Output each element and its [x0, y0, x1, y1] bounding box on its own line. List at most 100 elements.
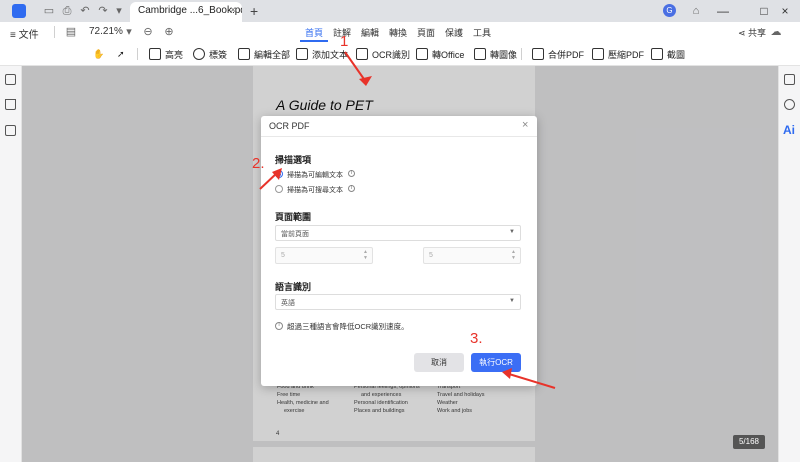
compress-icon [592, 48, 604, 60]
language-note: 超過三種語言會降低OCR識別速度。 [287, 321, 409, 332]
scan-options-label: 掃描選項 [275, 153, 311, 166]
tab-convert[interactable]: 轉換 [384, 26, 412, 42]
dialog-header: OCR PDF × [261, 116, 537, 137]
radio-searchable-text[interactable] [275, 185, 283, 193]
info-icon: i [275, 322, 283, 330]
file-menu[interactable]: ≡ 文件 [10, 26, 39, 41]
highlight-button[interactable]: 高亮 [149, 47, 183, 61]
tab-close-icon[interactable]: × [230, 5, 236, 16]
range-from-input[interactable]: 5 ▲▼ [275, 247, 373, 264]
sticky-note-button[interactable]: 標簽 [193, 47, 227, 61]
toolbar: ✋ ➚ 高亮 標簽 編輯全部 添加文本 OCR識別 轉Office 轉圖像 合併… [0, 42, 800, 66]
radio-editable-text-label[interactable]: 掃描為可編輯文本 [287, 170, 343, 180]
screenshot-icon [651, 48, 663, 60]
ai-assistant-icon[interactable]: Ai [783, 123, 795, 137]
tab-protect[interactable]: 保護 [440, 26, 468, 42]
run-ocr-button[interactable]: 執行OCR [471, 353, 521, 372]
to-office-button[interactable]: 轉Office [416, 47, 464, 61]
chevron-down-icon: ▼ [509, 229, 515, 235]
tab-edit[interactable]: 編輯 [356, 26, 384, 42]
dropdown-chevron-icon[interactable]: ▾ [112, 4, 126, 18]
comments-icon[interactable] [5, 125, 16, 136]
image-icon [474, 48, 486, 60]
zoom-out-icon[interactable]: ⊖ [141, 25, 155, 39]
step-3-label: 3. [470, 330, 483, 347]
stepper-icon[interactable]: ▲▼ [363, 249, 368, 261]
bookmark-icon[interactable] [5, 99, 16, 110]
close-icon[interactable]: × [522, 119, 528, 131]
ocr-button[interactable]: OCR識別 [356, 47, 410, 61]
maximize-button[interactable]: □ [755, 2, 773, 20]
merge-pdf-label: 合併PDF [548, 48, 584, 61]
page-view-icon[interactable]: ▤ [64, 25, 78, 39]
divider [137, 48, 138, 60]
range-to-input[interactable]: 5 ▲▼ [423, 247, 521, 264]
to-image-label: 轉圖像 [490, 48, 517, 61]
avatar[interactable]: G [663, 4, 676, 17]
radio-searchable-text-label[interactable]: 掃描為可搜尋文本 [287, 185, 343, 195]
info-icon[interactable]: i [348, 185, 355, 192]
range-from-value: 5 [281, 252, 285, 259]
hand-icon: ✋ [93, 49, 104, 60]
range-to-value: 5 [429, 252, 433, 259]
title-bar: ▭ ⎙ ↶ ↷ ▾ Cambridge ...6_Book.pdf × + G … [0, 0, 800, 22]
properties-icon[interactable] [784, 74, 795, 85]
office-icon [416, 48, 428, 60]
page-range-value: 當前頁面 [281, 229, 309, 239]
chevron-down-icon: ▼ [509, 298, 515, 304]
ocr-dialog: OCR PDF × 掃描選項 掃描為可編輯文本 i 掃描為可搜尋文本 i 頁面範… [261, 116, 537, 386]
cloud-icon[interactable]: ☁ [769, 25, 783, 39]
info-icon[interactable]: i [348, 170, 355, 177]
share-label: 共享 [748, 28, 766, 38]
screenshot-label: 截圖 [667, 48, 685, 61]
cancel-button[interactable]: 取消 [414, 353, 464, 372]
cursor-icon: ➚ [117, 49, 125, 60]
select-tool-button[interactable]: ➚ [117, 47, 125, 61]
new-tab-button[interactable]: + [250, 3, 258, 19]
hand-tool-button[interactable]: ✋ [93, 47, 104, 61]
stepper-icon[interactable]: ▲▼ [511, 249, 516, 261]
ocr-icon [356, 48, 368, 60]
page-indicator: 5/168 [733, 435, 765, 449]
document-tab[interactable]: Cambridge ...6_Book.pdf × [130, 2, 242, 22]
sticky-note-icon [193, 48, 205, 60]
app-logo-icon[interactable] [12, 4, 26, 18]
highlight-label: 高亮 [165, 48, 183, 61]
sticky-note-label: 標簽 [209, 48, 227, 61]
menu-bar: ≡ 文件 ▤ 72.21% ▾ ⊖ ⊕ 首頁 註解 編輯 轉換 頁面 保護 工具… [0, 22, 800, 42]
tab-page[interactable]: 頁面 [412, 26, 440, 42]
search-icon[interactable] [784, 99, 795, 110]
left-sidebar [0, 66, 22, 462]
step-2-label: 2. [252, 155, 265, 172]
zoom-in-icon[interactable]: ⊕ [162, 25, 176, 39]
thumbnails-icon[interactable] [5, 74, 16, 85]
close-window-button[interactable]: × [776, 2, 794, 20]
compress-pdf-button[interactable]: 壓縮PDF [592, 47, 644, 61]
language-label: 語言識別 [275, 280, 311, 293]
page-range-label: 頁面範圍 [275, 210, 311, 223]
share-button[interactable]: ⋖ 共享 [738, 26, 766, 39]
tab-home[interactable]: 首頁 [300, 26, 328, 42]
language-select[interactable]: 英語 ▼ [275, 294, 521, 310]
print-icon[interactable]: ⎙ [60, 4, 74, 18]
to-image-button[interactable]: 轉圖像 [474, 47, 517, 61]
redo-icon[interactable]: ↷ [96, 4, 110, 18]
edit-all-button[interactable]: 編輯全部 [238, 47, 290, 61]
radio-editable-text[interactable] [275, 170, 283, 178]
merge-pdf-button[interactable]: 合併PDF [532, 47, 584, 61]
to-office-label: 轉Office [432, 48, 464, 61]
save-icon[interactable]: ▭ [42, 4, 56, 18]
zoom-dropdown-icon[interactable]: ▾ [122, 25, 136, 39]
tab-tools[interactable]: 工具 [468, 26, 496, 42]
page-range-select[interactable]: 當前頁面 ▼ [275, 225, 521, 241]
divider [54, 26, 55, 38]
undo-icon[interactable]: ↶ [78, 4, 92, 18]
language-value: 英語 [281, 298, 295, 308]
screenshot-button[interactable]: 截圖 [651, 47, 685, 61]
zoom-level[interactable]: 72.21% [89, 26, 123, 37]
ocr-label: OCR識別 [372, 48, 410, 61]
minimize-button[interactable]: — [714, 2, 732, 20]
dialog-title: OCR PDF [269, 121, 310, 131]
bell-icon[interactable]: ⌂ [689, 4, 703, 18]
document-tab-title: Cambridge ...6_Book.pdf [138, 5, 242, 16]
